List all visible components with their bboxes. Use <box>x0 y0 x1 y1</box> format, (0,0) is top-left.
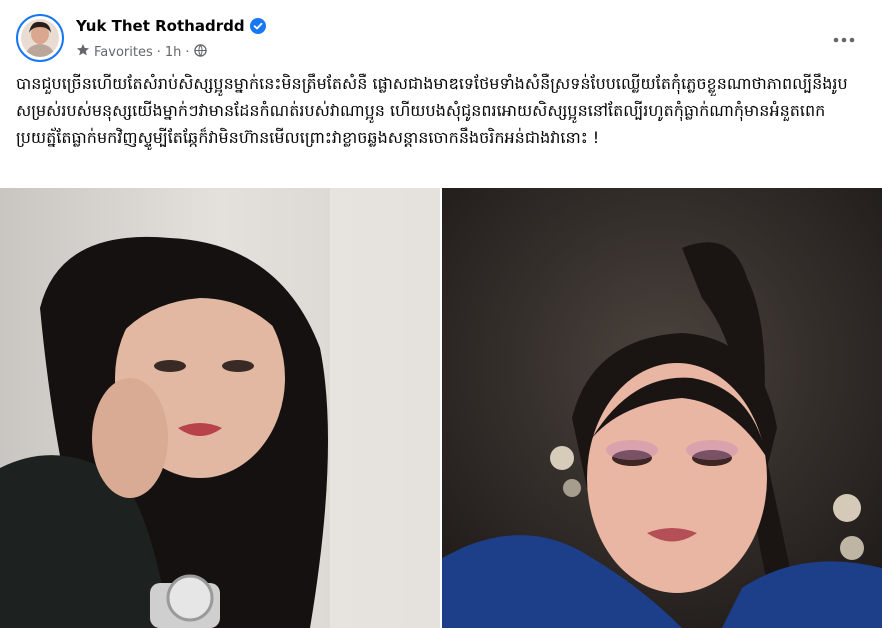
avatar[interactable] <box>16 14 64 62</box>
author-name-text[interactable]: Yuk Thet Rothadrdd <box>76 17 245 35</box>
post-time[interactable]: 1h <box>165 45 182 60</box>
facebook-post: Yuk Thet Rothadrdd Favorites · 1h · បានជ… <box>0 0 882 628</box>
star-icon <box>76 43 90 61</box>
post-header: Yuk Thet Rothadrdd Favorites · 1h · <box>16 14 866 64</box>
audience-label[interactable]: Favorites <box>94 45 153 60</box>
more-options-icon[interactable] <box>826 22 862 58</box>
meta-separator: · <box>156 44 161 60</box>
photo-1[interactable] <box>0 188 440 628</box>
globe-icon[interactable] <box>193 43 207 61</box>
post-text: បានជួបច្រើនហើយតែសំរាប់សិស្សប្អូនម្នាក់នេ… <box>16 74 848 147</box>
post-meta: Favorites · 1h · <box>76 43 207 61</box>
photo-grid <box>0 188 882 628</box>
author-name[interactable]: Yuk Thet Rothadrdd <box>76 17 266 38</box>
verified-badge-icon <box>249 18 266 38</box>
photo-2[interactable] <box>442 188 882 628</box>
meta-separator: · <box>185 44 190 60</box>
